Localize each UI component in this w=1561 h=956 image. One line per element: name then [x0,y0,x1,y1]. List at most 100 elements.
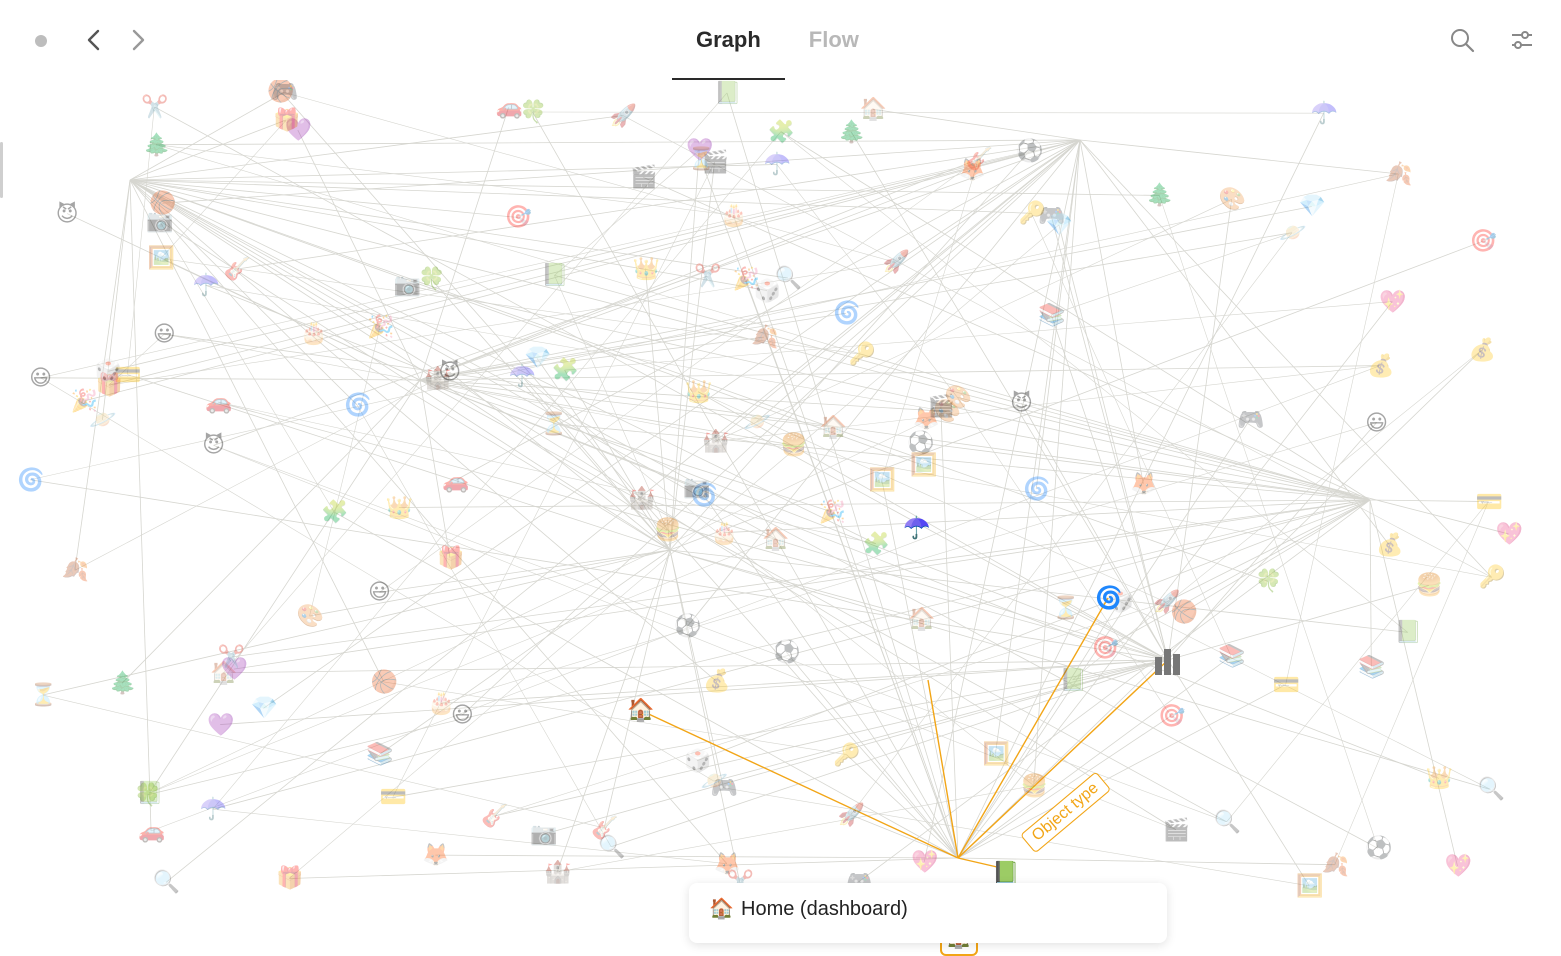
tab-graph[interactable]: Graph [672,0,785,80]
graph-node[interactable]: 💳 [380,784,407,810]
graph-node[interactable]: ✂️ [694,263,721,289]
graph-node[interactable]: 🎯 [1470,228,1497,254]
graph-node[interactable]: 👑 [632,256,659,282]
graph-node[interactable]: ☂️ [1311,100,1338,126]
graph-node[interactable]: 🎂 [720,202,747,228]
graph-node[interactable]: 🌲 [1146,182,1173,208]
graph-node[interactable]: 📚 [366,741,393,767]
graph-node[interactable]: 🎯 [1158,703,1185,729]
graph-node[interactable]: 🍂 [1322,852,1349,878]
graph-node[interactable]: 🚀 [1153,589,1180,615]
graph-node[interactable]: 🍔 [654,517,681,543]
graph-node[interactable]: 💎 [250,695,277,721]
graph-node[interactable]: ☂️ [200,796,227,822]
graph-node[interactable]: 🎨 [944,384,971,410]
graph-node[interactable]: ☂️ [193,272,220,298]
graph-node[interactable]: 📗 [714,80,741,106]
graph-node[interactable]: 🏰 [544,859,571,885]
graph-node[interactable]: 🎲 [94,358,121,384]
graph-node[interactable]: 💎 [524,345,551,371]
graph-node[interactable]: 🎲 [754,278,781,304]
graph-node[interactable]: 🧩 [768,119,795,145]
graph-node[interactable]: 🎉 [367,314,394,340]
graph-node[interactable]: 🦊 [422,842,449,868]
graph-node[interactable]: 😈 [201,432,227,458]
sliders-icon[interactable] [1508,26,1536,54]
graph-node[interactable]: 🍂 [1385,161,1412,187]
graph-node[interactable]: 🔑 [849,341,876,367]
chevron-left-icon[interactable] [80,26,108,54]
graph-node[interactable]: ⚽ [773,639,800,665]
graph-node[interactable]: 💎 [1299,193,1326,219]
graph-node-linked[interactable]: ☂️ [903,515,930,541]
graph-node[interactable]: 🖼️ [148,245,175,271]
graph-node[interactable]: 🌀 [833,300,860,326]
graph-node[interactable]: 🌲 [143,132,170,158]
graph-node[interactable]: 🎸 [591,815,618,841]
graph-node[interactable]: 🎬 [1163,817,1190,843]
graph-node[interactable]: 📗 [1060,667,1087,693]
graph-node[interactable]: ✂️ [217,644,244,670]
graph-node[interactable]: 🎁 [276,865,303,891]
graph-node[interactable]: 🎮 [1237,407,1264,433]
graph-node[interactable]: 🚗 [205,389,232,415]
graph-node[interactable]: 💖 [1496,521,1523,547]
graph-node[interactable]: 🏠 [908,606,935,632]
graph-node[interactable]: 🔑 [833,742,860,768]
graph-node[interactable]: ⚽ [1016,138,1043,164]
graph-node[interactable]: ⏳ [1052,595,1079,621]
sidebar-resize-handle[interactable] [0,142,3,198]
graph-node[interactable]: 🎸 [481,803,508,829]
graph-node[interactable]: 🍂 [62,557,89,583]
graph-node[interactable]: 👑 [386,495,413,521]
graph-node[interactable]: ⏳ [30,682,57,708]
graph-node[interactable]: 🔍 [153,869,180,895]
graph-node[interactable]: 📗 [541,262,568,288]
graph-node[interactable]: ✂️ [141,94,168,120]
graph-node[interactable]: 🪐 [701,768,728,794]
graph-node[interactable]: 🔍 [1477,776,1504,802]
graph-node[interactable]: 🔑 [1479,564,1506,590]
graph-node[interactable]: 🍂 [751,324,778,350]
graph-node[interactable]: 🎨 [1219,186,1246,212]
graph-node[interactable]: ☂️ [764,151,791,177]
graph-node[interactable]: 📚 [1218,643,1245,669]
graph-node[interactable]: 🍀 [418,266,445,292]
graph-node[interactable]: 🏰 [702,428,729,454]
graph-node[interactable]: 🌲 [838,119,865,145]
graph-canvas[interactable]: 🏠 Object type 🏠☂️🌀📗🦊😃⚽🔍🎮🖼️💜💖😈🎯🍔📚🎁✂️🔑💎🧩🚗💳… [17,78,1561,956]
graph-node[interactable]: 🏰 [628,485,655,511]
graph-node[interactable]: 🍔 [1416,572,1443,598]
graph-node[interactable]: 🧩 [552,357,579,383]
graph-node[interactable]: 🧩 [321,499,348,525]
graph-node[interactable]: 🌀 [344,392,371,418]
graph-node[interactable]: 🪐 [744,409,771,435]
graph-node[interactable]: 📗 [1395,619,1422,645]
tab-flow[interactable]: Flow [785,0,883,80]
graph-node[interactable]: ⏳ [540,411,567,437]
graph-node[interactable]: 🎸 [224,256,251,282]
graph-node[interactable]: 🖼️ [910,452,937,478]
graph-node[interactable]: ⚽ [1365,835,1392,861]
graph-node[interactable]: 🏠 [762,526,789,552]
graph-node[interactable]: 📷 [394,272,421,298]
graph-node[interactable]: 😃 [1364,410,1390,436]
graph-node[interactable]: 💳 [1475,489,1502,515]
graph-node[interactable]: 🦊 [1130,471,1157,497]
graph-node[interactable]: 🎁 [437,545,464,571]
graph-node[interactable]: 📷 [530,821,557,847]
graph-node[interactable]: 👑 [1426,765,1453,791]
graph-node[interactable]: 🍀 [1255,568,1282,594]
graph-node[interactable]: 🎮 [271,79,298,105]
graph-node[interactable]: 💜 [207,712,234,738]
graph-node[interactable]: 🍀 [519,99,546,125]
graph-node[interactable]: 🎂 [428,690,455,716]
graph-node[interactable]: 🌀 [1023,476,1050,502]
graph-node[interactable]: 💰 [1376,532,1403,558]
chevron-right-icon[interactable] [124,26,152,54]
graph-node[interactable]: 🔍 [1214,809,1241,835]
graph-node[interactable]: 🪐 [1279,220,1306,246]
graph-node[interactable]: 📚 [1358,654,1385,680]
graph-node[interactable]: 🍀 [134,782,161,808]
graph-node[interactable]: 🚗 [138,818,165,844]
